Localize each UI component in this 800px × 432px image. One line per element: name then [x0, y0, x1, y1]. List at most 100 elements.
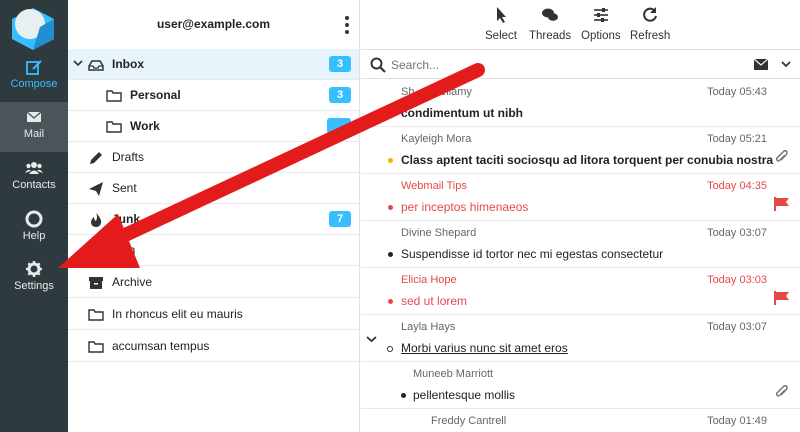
- message-subject: Suspendisse id tortor nec mi egestas con…: [401, 247, 664, 261]
- unread-dot: [388, 158, 393, 163]
- folder-work[interactable]: Work: [68, 111, 359, 142]
- folder-accumsan[interactable]: accumsan tempus: [68, 331, 359, 362]
- sliders-icon: [593, 8, 608, 22]
- folder-inbox[interactable]: Inbox 3: [68, 49, 359, 80]
- unread-badge: [327, 118, 351, 134]
- message-subject: condimentum ut nibh: [401, 106, 523, 120]
- trash-icon: [89, 245, 103, 258]
- folder-junk[interactable]: Junk 7: [68, 204, 359, 235]
- folder-accumsan-label: accumsan tempus: [112, 339, 210, 353]
- folder-personal[interactable]: Personal 3: [68, 80, 359, 111]
- message-row[interactable]: Elicia Hope Today 03:03 sed ut lorem: [361, 268, 800, 315]
- message-list-panel: Select Threads Options Refresh Sh...n: [361, 0, 800, 432]
- message-date: Today 01:49: [707, 415, 767, 427]
- rail-mail-label: Mail: [23, 128, 45, 140]
- search-icon: [370, 57, 386, 73]
- message-date: Today 05:21: [707, 133, 767, 145]
- account-email: user@example.com: [156, 17, 271, 31]
- threads-button[interactable]: Threads: [529, 6, 571, 42]
- message-sender: Muneeb Marriott: [413, 368, 494, 380]
- message-date: Today 03:07: [707, 321, 767, 333]
- app-rail: Compose Mail Contacts Help Settings: [0, 0, 68, 432]
- inbox-icon: [88, 60, 104, 71]
- flag-icon[interactable]: [774, 291, 790, 305]
- message-sender: Freddy Cantrell: [431, 415, 507, 427]
- unread-dot: [388, 299, 393, 304]
- unread-dot: [401, 393, 406, 398]
- kebab-menu-icon[interactable]: [343, 15, 351, 35]
- folder-trash[interactable]: rash: [68, 235, 359, 266]
- folder-icon: [88, 309, 104, 321]
- fire-icon: [91, 213, 102, 227]
- unread-badge: 7: [329, 211, 351, 227]
- folder-archive[interactable]: Archive: [68, 267, 359, 298]
- message-subject: Morbi varius nunc sit amet eros: [401, 341, 568, 355]
- message-date: Today 03:03: [707, 274, 767, 286]
- unread-badge: 3: [329, 56, 351, 72]
- rail-contacts[interactable]: Contacts: [0, 153, 68, 203]
- message-date: Today 03:07: [707, 227, 767, 239]
- folder-work-label: Work: [130, 119, 160, 133]
- folder-rhoncus-label: In rhoncus elit eu mauris: [112, 307, 243, 321]
- message-subject: pellentesque mollis: [413, 388, 516, 402]
- rail-compose[interactable]: Compose: [0, 52, 68, 102]
- read-dot: [387, 346, 393, 352]
- rail-mail[interactable]: Mail: [0, 102, 68, 152]
- message-sender: Layla Hays: [401, 321, 456, 333]
- unread-dot: [388, 205, 393, 210]
- compose-icon: [26, 60, 42, 75]
- folder-inbox-label: Inbox: [112, 57, 144, 71]
- message-row[interactable]: Muneeb Marriott pellentesque mollis: [361, 362, 800, 409]
- message-row[interactable]: Webmail Tips Today 04:35 per inceptos hi…: [361, 174, 800, 221]
- message-subject: per inceptos himenaeos: [401, 200, 529, 214]
- message-subject: Class aptent taciti sociosqu ad litora t…: [401, 153, 774, 167]
- message-sender: Elicia Hope: [401, 274, 457, 286]
- cursor-icon: [496, 7, 506, 23]
- message-row[interactable]: Divine Shepard Today 03:07 Suspendisse i…: [361, 221, 800, 268]
- folder-junk-label: Junk: [112, 212, 141, 226]
- app-logo: [12, 8, 54, 50]
- chevron-down-icon[interactable]: [73, 58, 83, 68]
- message-row[interactable]: Sh...n Bellamy Today 05:43 condimentum u…: [361, 80, 800, 127]
- message-sender: Kayleigh Mora: [401, 133, 472, 145]
- folder-rhoncus[interactable]: In rhoncus elit eu mauris: [68, 299, 359, 330]
- refresh-icon: [643, 7, 658, 22]
- mail-icon: [26, 111, 42, 122]
- message-sender: Divine Shepard: [401, 227, 477, 239]
- folder-drafts-label: Drafts: [112, 150, 145, 164]
- rail-settings[interactable]: Settings: [0, 254, 68, 304]
- search-bar: [361, 51, 800, 79]
- chevron-down-icon[interactable]: [781, 60, 791, 68]
- folder-icon: [106, 90, 122, 102]
- chevron-down-icon[interactable]: [366, 335, 377, 343]
- message-sender: Webmail Tips: [401, 180, 467, 192]
- message-row[interactable]: Layla Hays Today 03:07 Morbi varius nunc…: [361, 315, 800, 362]
- envelope-icon[interactable]: [754, 59, 768, 70]
- paper-plane-icon: [89, 182, 103, 196]
- message-sender: Sh...n Bellamy: [401, 86, 472, 98]
- folder-icon: [106, 121, 122, 133]
- select-button[interactable]: Select: [485, 6, 517, 42]
- select-button-label: Select: [485, 30, 517, 42]
- search-input[interactable]: [391, 55, 691, 75]
- threads-button-label: Threads: [529, 30, 572, 42]
- folder-sent[interactable]: Sent: [68, 173, 359, 204]
- options-button[interactable]: Options: [581, 6, 621, 42]
- help-icon: [25, 210, 43, 228]
- folder-trash-label: rash: [112, 243, 136, 257]
- unread-badge: 3: [329, 87, 351, 103]
- folder-drafts[interactable]: Drafts: [68, 142, 359, 173]
- unread-dot: [388, 252, 393, 257]
- rail-help[interactable]: Help: [0, 204, 68, 254]
- rail-settings-label: Settings: [14, 280, 54, 292]
- options-button-label: Options: [581, 30, 621, 42]
- message-date: Today 05:43: [707, 86, 767, 98]
- contacts-icon: [25, 162, 43, 174]
- folder-sent-label: Sent: [112, 181, 137, 195]
- flag-icon[interactable]: [774, 197, 790, 211]
- message-row[interactable]: Freddy Cantrell Today 01:49: [361, 409, 800, 432]
- refresh-button[interactable]: Refresh: [630, 6, 670, 42]
- rail-compose-label: Compose: [10, 78, 58, 90]
- message-row[interactable]: Kayleigh Mora Today 05:21 Class aptent t…: [361, 127, 800, 174]
- paperclip-icon: [775, 150, 788, 162]
